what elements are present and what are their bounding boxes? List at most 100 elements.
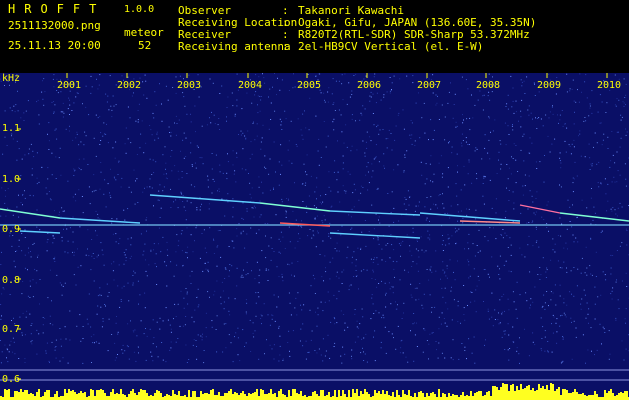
activity-bar bbox=[584, 395, 586, 400]
activity-bar bbox=[550, 383, 552, 400]
activity-bar bbox=[368, 394, 370, 400]
activity-bar bbox=[546, 385, 548, 400]
activity-bar bbox=[76, 394, 78, 400]
activity-bar bbox=[540, 388, 542, 400]
activity-bar bbox=[616, 395, 618, 400]
station-info: Observer: Takanori Kawachi Receiving Loc… bbox=[178, 5, 536, 53]
activity-bar bbox=[454, 395, 456, 400]
activity-bar bbox=[16, 391, 18, 400]
app-version: 1.0.0 bbox=[124, 4, 155, 15]
activity-bar bbox=[234, 392, 236, 400]
activity-bar bbox=[118, 394, 120, 400]
activity-bar bbox=[340, 396, 342, 400]
activity-bar bbox=[570, 393, 572, 400]
activity-bar bbox=[578, 394, 580, 400]
activity-bar bbox=[334, 390, 336, 400]
activity-bar bbox=[502, 383, 504, 400]
activity-bar bbox=[434, 394, 436, 400]
activity-bar bbox=[4, 389, 6, 400]
activity-bar bbox=[482, 396, 484, 400]
activity-bar bbox=[180, 396, 182, 400]
activity-bar bbox=[268, 393, 270, 400]
activity-bar bbox=[26, 390, 28, 400]
activity-bar bbox=[592, 395, 594, 400]
activity-bar bbox=[66, 393, 68, 400]
activity-bar bbox=[224, 393, 226, 400]
activity-bar bbox=[140, 389, 142, 400]
activity-bar bbox=[0, 396, 2, 400]
activity-bar bbox=[492, 386, 494, 400]
info-separator: : bbox=[282, 40, 296, 53]
activity-bar bbox=[100, 389, 102, 400]
activity-bar bbox=[622, 393, 624, 400]
activity-bar bbox=[208, 394, 210, 400]
activity-bar bbox=[138, 392, 140, 400]
activity-bar bbox=[496, 387, 498, 400]
activity-bar bbox=[128, 394, 130, 400]
activity-bar bbox=[156, 390, 158, 400]
activity-bar bbox=[620, 392, 622, 400]
activity-bar bbox=[460, 395, 462, 400]
y-tick-label: 1.1 bbox=[2, 123, 21, 134]
info-value: 2el-HB9CV Vertical (el. E-W) bbox=[298, 40, 484, 53]
x-tick-label: 2002 bbox=[117, 80, 142, 91]
activity-bar bbox=[338, 390, 340, 400]
activity-bar bbox=[410, 396, 412, 400]
activity-bar bbox=[172, 390, 174, 400]
activity-bar bbox=[588, 395, 590, 400]
activity-bar bbox=[174, 394, 176, 400]
activity-bar bbox=[430, 393, 432, 400]
activity-bar bbox=[34, 396, 36, 400]
activity-bar bbox=[194, 391, 196, 400]
activity-bar bbox=[104, 393, 106, 400]
activity-bar bbox=[238, 395, 240, 400]
activity-bar bbox=[612, 393, 614, 400]
activity-bar bbox=[302, 396, 304, 400]
activity-bar bbox=[356, 389, 358, 400]
activity-bar bbox=[252, 393, 254, 400]
activity-bar bbox=[580, 394, 582, 400]
activity-bar bbox=[426, 393, 428, 400]
activity-bar bbox=[520, 384, 522, 400]
activity-bar bbox=[28, 394, 30, 400]
activity-bar bbox=[344, 394, 346, 400]
activity-bar bbox=[610, 389, 612, 400]
activity-bar bbox=[176, 395, 178, 400]
activity-bar bbox=[362, 394, 364, 400]
activity-bar bbox=[18, 392, 20, 400]
activity-bar bbox=[432, 392, 434, 400]
activity-bar bbox=[554, 391, 556, 400]
activity-bar bbox=[536, 390, 538, 400]
activity-bar bbox=[372, 396, 374, 400]
activity-bar bbox=[404, 394, 406, 400]
activity-bar bbox=[516, 386, 518, 400]
activity-bar bbox=[484, 395, 486, 400]
activity-bar bbox=[70, 391, 72, 400]
activity-bar bbox=[498, 390, 500, 400]
activity-bar bbox=[476, 392, 478, 400]
activity-bar bbox=[232, 394, 234, 400]
activity-bar bbox=[384, 394, 386, 400]
activity-bar bbox=[594, 391, 596, 400]
activity-bar bbox=[158, 391, 160, 400]
activity-bar bbox=[88, 396, 90, 400]
activity-bar bbox=[290, 396, 292, 400]
activity-bar bbox=[530, 390, 532, 400]
activity-bar bbox=[376, 393, 378, 400]
app-title: HROFFT bbox=[8, 2, 106, 16]
activity-bar bbox=[414, 393, 416, 400]
activity-bar bbox=[204, 393, 206, 400]
activity-bar bbox=[318, 396, 320, 400]
meteor-count: 52 bbox=[138, 39, 152, 52]
activity-bar bbox=[178, 391, 180, 400]
activity-bar bbox=[168, 395, 170, 400]
activity-bar bbox=[522, 389, 524, 400]
activity-bar bbox=[220, 396, 222, 400]
activity-bar bbox=[298, 394, 300, 400]
activity-bar bbox=[146, 393, 148, 400]
activity-bar bbox=[322, 390, 324, 400]
activity-bar bbox=[60, 396, 62, 400]
activity-bar bbox=[494, 386, 496, 400]
activity-bar bbox=[514, 391, 516, 400]
activity-bar bbox=[216, 395, 218, 400]
